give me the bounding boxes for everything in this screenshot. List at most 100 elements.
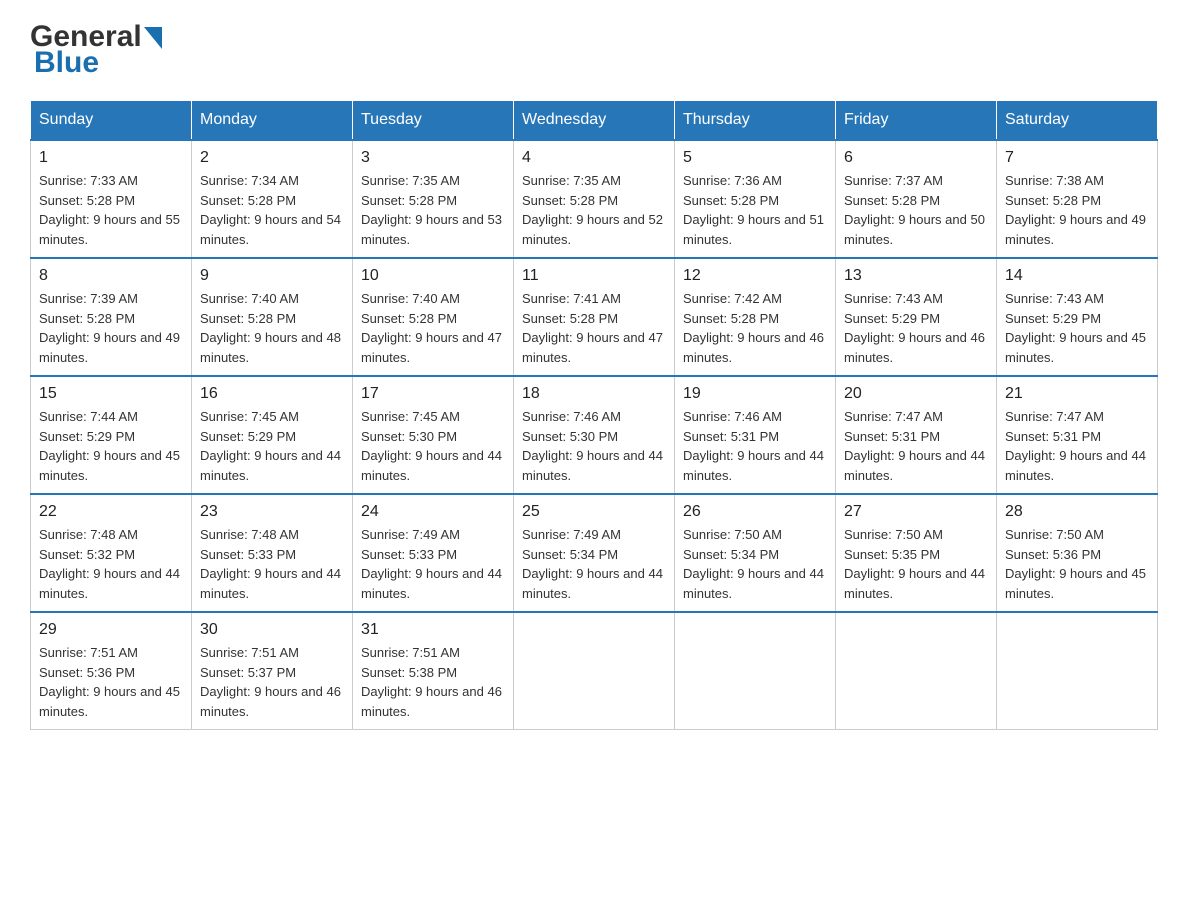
day-number: 7 [1005, 149, 1149, 167]
day-number: 12 [683, 267, 827, 285]
day-info: Sunrise: 7:51 AMSunset: 5:36 PMDaylight:… [39, 643, 183, 721]
empty-cell [675, 612, 836, 730]
day-cell-10: 10Sunrise: 7:40 AMSunset: 5:28 PMDayligh… [353, 258, 514, 376]
day-info: Sunrise: 7:40 AMSunset: 5:28 PMDaylight:… [200, 289, 344, 367]
day-info: Sunrise: 7:36 AMSunset: 5:28 PMDaylight:… [683, 171, 827, 249]
day-number: 3 [361, 149, 505, 167]
col-header-thursday: Thursday [675, 101, 836, 141]
day-info: Sunrise: 7:51 AMSunset: 5:38 PMDaylight:… [361, 643, 505, 721]
day-info: Sunrise: 7:39 AMSunset: 5:28 PMDaylight:… [39, 289, 183, 367]
day-number: 22 [39, 503, 183, 521]
day-info: Sunrise: 7:40 AMSunset: 5:28 PMDaylight:… [361, 289, 505, 367]
week-row-4: 22 Sunrise: 7:48 AMSunset: 5:32 PMDayligh… [31, 494, 1158, 612]
day-info: Sunrise: 7:42 AMSunset: 5:28 PMDaylight:… [683, 289, 827, 367]
week-row-2: 8 Sunrise: 7:39 AMSunset: 5:28 PMDaylight… [31, 258, 1158, 376]
day-number: 23 [200, 503, 344, 521]
day-number: 2 [200, 149, 344, 167]
day-cell-31: 31 Sunrise: 7:51 AMSunset: 5:38 PMDayligh… [353, 612, 514, 730]
day-info: Sunrise: 7:46 AMSunset: 5:31 PMDaylight:… [683, 407, 827, 485]
day-number: 18 [522, 385, 666, 403]
day-info: Sunrise: 7:43 AMSunset: 5:29 PMDaylight:… [1005, 289, 1149, 367]
day-cell-21: 21 Sunrise: 7:47 AMSunset: 5:31 PMDayligh… [997, 376, 1158, 494]
day-number: 11 [522, 267, 666, 285]
day-cell-23: 23 Sunrise: 7:48 AMSunset: 5:33 PMDayligh… [192, 494, 353, 612]
day-info: Sunrise: 7:48 AMSunset: 5:33 PMDaylight:… [200, 525, 344, 603]
day-cell-12: 12 Sunrise: 7:42 AMSunset: 5:28 PMDayligh… [675, 258, 836, 376]
day-number: 15 [39, 385, 183, 403]
day-info: Sunrise: 7:37 AMSunset: 5:28 PMDaylight:… [844, 171, 988, 249]
day-info: Sunrise: 7:45 AMSunset: 5:29 PMDaylight:… [200, 407, 344, 485]
col-header-friday: Friday [836, 101, 997, 141]
day-number: 6 [844, 149, 988, 167]
day-number: 20 [844, 385, 988, 403]
day-number: 5 [683, 149, 827, 167]
day-number: 31 [361, 621, 505, 639]
day-info: Sunrise: 7:49 AMSunset: 5:33 PMDaylight:… [361, 525, 505, 603]
week-row-5: 29 Sunrise: 7:51 AMSunset: 5:36 PMDayligh… [31, 612, 1158, 730]
day-number: 19 [683, 385, 827, 403]
day-info: Sunrise: 7:35 AMSunset: 5:28 PMDaylight:… [522, 171, 666, 249]
day-cell-27: 27Sunrise: 7:50 AMSunset: 5:35 PMDayligh… [836, 494, 997, 612]
day-number: 30 [200, 621, 344, 639]
day-cell-18: 18Sunrise: 7:46 AMSunset: 5:30 PMDayligh… [514, 376, 675, 494]
day-info: Sunrise: 7:33 AMSunset: 5:28 PMDaylight:… [39, 171, 183, 249]
day-cell-15: 15Sunrise: 7:44 AMSunset: 5:29 PMDayligh… [31, 376, 192, 494]
day-number: 25 [522, 503, 666, 521]
day-info: Sunrise: 7:41 AMSunset: 5:28 PMDaylight:… [522, 289, 666, 367]
day-cell-30: 30 Sunrise: 7:51 AMSunset: 5:37 PMDayligh… [192, 612, 353, 730]
day-cell-11: 11 Sunrise: 7:41 AMSunset: 5:28 PMDayligh… [514, 258, 675, 376]
calendar-header: SundayMondayTuesdayWednesdayThursdayFrid… [31, 101, 1158, 141]
col-header-sunday: Sunday [31, 101, 192, 141]
day-info: Sunrise: 7:50 AMSunset: 5:34 PMDaylight:… [683, 525, 827, 603]
day-cell-19: 19 Sunrise: 7:46 AMSunset: 5:31 PMDayligh… [675, 376, 836, 494]
day-info: Sunrise: 7:43 AMSunset: 5:29 PMDaylight:… [844, 289, 988, 367]
day-info: Sunrise: 7:45 AMSunset: 5:30 PMDaylight:… [361, 407, 505, 485]
day-cell-20: 20 Sunrise: 7:47 AMSunset: 5:31 PMDayligh… [836, 376, 997, 494]
logo: General Blue [30, 20, 162, 80]
day-cell-22: 22 Sunrise: 7:48 AMSunset: 5:32 PMDayligh… [31, 494, 192, 612]
empty-cell [514, 612, 675, 730]
day-cell-6: 6 Sunrise: 7:37 AMSunset: 5:28 PMDaylight… [836, 140, 997, 258]
day-number: 14 [1005, 267, 1149, 285]
day-cell-9: 9 Sunrise: 7:40 AMSunset: 5:28 PMDaylight… [192, 258, 353, 376]
day-number: 4 [522, 149, 666, 167]
day-cell-7: 7 Sunrise: 7:38 AMSunset: 5:28 PMDaylight… [997, 140, 1158, 258]
day-number: 17 [361, 385, 505, 403]
day-info: Sunrise: 7:50 AMSunset: 5:35 PMDaylight:… [844, 525, 988, 603]
week-row-3: 15Sunrise: 7:44 AMSunset: 5:29 PMDayligh… [31, 376, 1158, 494]
day-info: Sunrise: 7:35 AMSunset: 5:28 PMDaylight:… [361, 171, 505, 249]
day-info: Sunrise: 7:48 AMSunset: 5:32 PMDaylight:… [39, 525, 183, 603]
day-cell-24: 24 Sunrise: 7:49 AMSunset: 5:33 PMDayligh… [353, 494, 514, 612]
col-header-wednesday: Wednesday [514, 101, 675, 141]
day-cell-17: 17 Sunrise: 7:45 AMSunset: 5:30 PMDayligh… [353, 376, 514, 494]
page-header: General Blue [30, 20, 1158, 80]
day-info: Sunrise: 7:38 AMSunset: 5:28 PMDaylight:… [1005, 171, 1149, 249]
day-number: 1 [39, 149, 183, 167]
day-cell-2: 2 Sunrise: 7:34 AMSunset: 5:28 PMDaylight… [192, 140, 353, 258]
day-cell-29: 29 Sunrise: 7:51 AMSunset: 5:36 PMDayligh… [31, 612, 192, 730]
calendar-table: SundayMondayTuesdayWednesdayThursdayFrid… [30, 100, 1158, 730]
day-cell-26: 26Sunrise: 7:50 AMSunset: 5:34 PMDayligh… [675, 494, 836, 612]
day-number: 8 [39, 267, 183, 285]
week-row-1: 1 Sunrise: 7:33 AMSunset: 5:28 PMDaylight… [31, 140, 1158, 258]
logo-arrow-icon [144, 27, 162, 49]
day-cell-8: 8 Sunrise: 7:39 AMSunset: 5:28 PMDaylight… [31, 258, 192, 376]
day-info: Sunrise: 7:47 AMSunset: 5:31 PMDaylight:… [1005, 407, 1149, 485]
logo-blue: Blue [34, 46, 99, 80]
empty-cell [836, 612, 997, 730]
col-header-monday: Monday [192, 101, 353, 141]
day-cell-14: 14 Sunrise: 7:43 AMSunset: 5:29 PMDayligh… [997, 258, 1158, 376]
day-info: Sunrise: 7:47 AMSunset: 5:31 PMDaylight:… [844, 407, 988, 485]
day-info: Sunrise: 7:51 AMSunset: 5:37 PMDaylight:… [200, 643, 344, 721]
day-number: 28 [1005, 503, 1149, 521]
day-info: Sunrise: 7:49 AMSunset: 5:34 PMDaylight:… [522, 525, 666, 603]
day-number: 9 [200, 267, 344, 285]
col-header-tuesday: Tuesday [353, 101, 514, 141]
day-number: 29 [39, 621, 183, 639]
day-info: Sunrise: 7:34 AMSunset: 5:28 PMDaylight:… [200, 171, 344, 249]
day-cell-16: 16Sunrise: 7:45 AMSunset: 5:29 PMDayligh… [192, 376, 353, 494]
day-number: 24 [361, 503, 505, 521]
day-cell-25: 25 Sunrise: 7:49 AMSunset: 5:34 PMDayligh… [514, 494, 675, 612]
day-number: 21 [1005, 385, 1149, 403]
empty-cell [997, 612, 1158, 730]
